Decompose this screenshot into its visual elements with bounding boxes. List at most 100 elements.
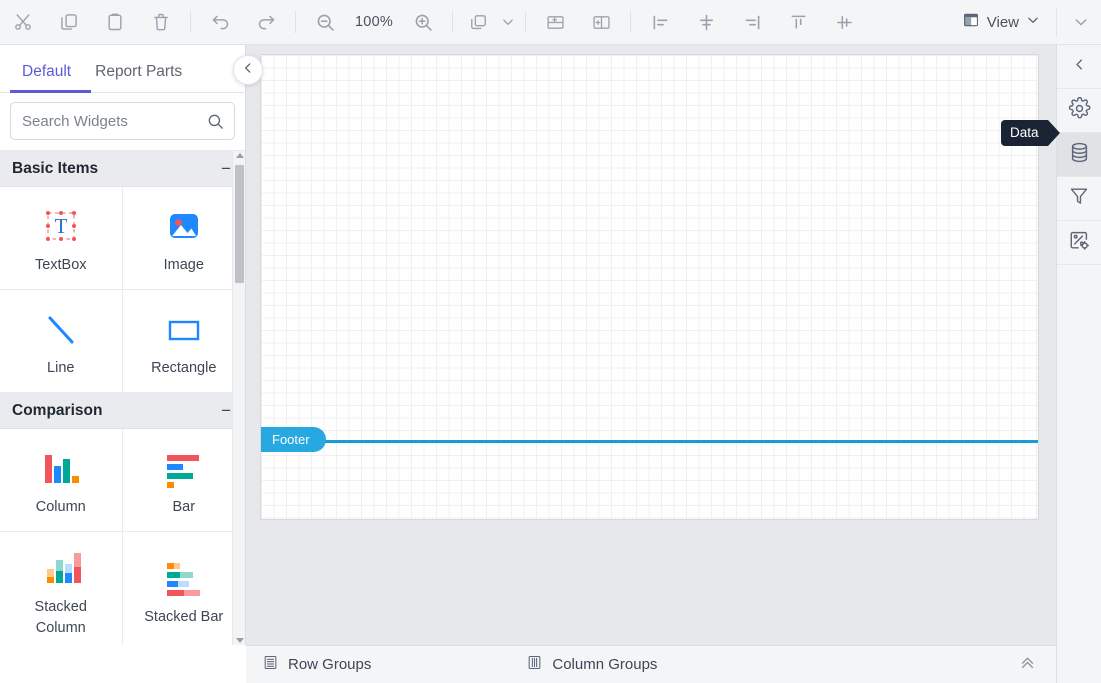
widgets-scroll-area: Basic Items − T TextBox Image Line Recta… <box>0 150 245 645</box>
section-header-comparison[interactable]: Comparison − <box>0 393 245 429</box>
filter-button[interactable] <box>1056 177 1101 221</box>
column-chart-icon <box>36 443 86 495</box>
data-button[interactable] <box>1056 133 1101 177</box>
scrollbar-down-arrow[interactable] <box>236 638 244 643</box>
collapse-rail-button[interactable] <box>1056 45 1101 89</box>
widget-textbox[interactable]: T TextBox <box>0 187 123 290</box>
line-icon <box>37 304 85 356</box>
widget-line[interactable]: Line <box>0 290 123 393</box>
paste-button[interactable] <box>92 0 138 44</box>
view-menu-button[interactable]: View <box>958 0 1048 44</box>
funnel-icon <box>1068 185 1090 212</box>
insert-row-button[interactable] <box>532 0 578 44</box>
widget-label: Stacked Column <box>34 598 87 636</box>
widget-stacked-bar-chart[interactable]: Stacked Bar <box>122 532 245 645</box>
toolbar-separator <box>630 11 631 33</box>
widget-grid-basic-items: T TextBox Image Line Rectangle <box>0 187 245 393</box>
search-box[interactable] <box>10 102 235 140</box>
scrollbar-thumb[interactable] <box>235 165 244 283</box>
undo-button[interactable] <box>197 0 243 44</box>
search-icon[interactable] <box>206 112 225 136</box>
stacked-column-chart-icon <box>36 543 86 595</box>
search-input[interactable] <box>11 103 234 139</box>
widget-label: Image <box>163 256 204 273</box>
data-tooltip-label: Data <box>1001 120 1048 146</box>
layout-dropdown-chevron[interactable] <box>497 0 519 44</box>
widget-label: TextBox <box>34 256 87 273</box>
zoom-in-button[interactable] <box>400 0 446 44</box>
image-icon <box>160 201 208 253</box>
align-middle-button[interactable] <box>821 0 867 44</box>
widget-bar-chart[interactable]: Bar <box>122 429 245 532</box>
tab-default[interactable]: Default <box>10 63 92 93</box>
row-groups-label: Row Groups <box>288 656 372 673</box>
toolbar-separator <box>452 11 453 33</box>
svg-text:T: T <box>54 214 67 238</box>
widget-rectangle[interactable]: Rectangle <box>122 290 245 393</box>
chevron-left-icon <box>241 61 255 80</box>
report-design-surface[interactable]: Footer <box>246 45 1056 645</box>
layout-button[interactable] <box>459 0 497 44</box>
database-icon <box>1068 141 1091 169</box>
groups-bar: Row Groups Column Groups <box>246 645 1056 683</box>
redo-button[interactable] <box>243 0 289 44</box>
search-widgets-container <box>0 93 245 150</box>
section-collapse-toggle[interactable]: − <box>221 402 231 419</box>
widget-image[interactable]: Image <box>122 187 245 290</box>
column-groups-icon <box>526 654 543 676</box>
zoom-level-label: 100% <box>355 14 393 30</box>
section-title: Basic Items <box>12 159 99 177</box>
gear-icon <box>1068 96 1091 125</box>
image-settings-icon <box>1068 229 1091 257</box>
column-groups-label: Column Groups <box>552 656 658 673</box>
align-left-button[interactable] <box>637 0 683 44</box>
delete-button[interactable] <box>138 0 184 44</box>
report-canvas[interactable]: Footer <box>260 54 1039 520</box>
collapse-panel-button[interactable] <box>233 55 263 85</box>
align-center-button[interactable] <box>683 0 729 44</box>
report-designer-app: 100% View Default Report Parts Search Wi… <box>0 0 1101 683</box>
toolbar-overflow-button[interactable] <box>1061 0 1101 44</box>
insert-column-button[interactable] <box>578 0 624 44</box>
section-collapse-toggle[interactable]: − <box>221 160 231 177</box>
footer-section-divider[interactable] <box>261 440 1038 443</box>
tab-report-parts[interactable]: Report Parts <box>83 63 194 92</box>
section-header-basic-items[interactable]: Basic Items − <box>0 151 245 187</box>
view-menu-label: View <box>986 13 1019 31</box>
collapse-groups-button[interactable] <box>1019 654 1036 676</box>
footer-section-label[interactable]: Footer <box>261 427 326 452</box>
toolbar-separator <box>295 11 296 33</box>
column-groups-panel[interactable]: Column Groups <box>526 654 657 676</box>
widget-grid-comparison: Column Bar Stacked Column Stacked Bar <box>0 429 245 645</box>
row-groups-icon <box>262 654 279 676</box>
widgets-scrollbar[interactable] <box>232 151 245 645</box>
chevron-down-icon <box>1026 13 1040 32</box>
bar-chart-icon <box>159 443 209 495</box>
align-right-button[interactable] <box>729 0 775 44</box>
panel-tabs: Default Report Parts <box>0 45 245 93</box>
toolbar-separator <box>190 11 191 33</box>
toolbar-separator <box>525 11 526 33</box>
zoom-out-button[interactable] <box>302 0 348 44</box>
widget-stacked-column-chart[interactable]: Stacked Column <box>0 532 123 645</box>
section-title: Comparison <box>12 401 103 419</box>
properties-button[interactable] <box>1056 89 1101 133</box>
widget-label: Stacked Bar <box>144 609 224 626</box>
widget-label: Bar <box>172 498 196 515</box>
rectangle-icon <box>160 304 208 356</box>
align-top-button[interactable] <box>775 0 821 44</box>
data-tooltip-arrow <box>1047 120 1060 146</box>
widget-label: Rectangle <box>151 359 217 376</box>
styles-button[interactable] <box>1056 221 1101 265</box>
right-sidebar <box>1056 45 1101 683</box>
widget-column-chart[interactable]: Column <box>0 429 123 532</box>
top-toolbar: 100% View <box>0 0 1101 45</box>
widget-label: Column <box>35 498 86 515</box>
chevron-double-up-icon <box>1019 657 1036 675</box>
row-groups-panel[interactable]: Row Groups <box>262 654 371 676</box>
chevron-left-icon <box>1072 57 1087 77</box>
copy-button[interactable] <box>46 0 92 44</box>
cut-button[interactable] <box>0 0 46 44</box>
scrollbar-up-arrow[interactable] <box>236 153 244 158</box>
data-tooltip: Data <box>1001 120 1060 146</box>
